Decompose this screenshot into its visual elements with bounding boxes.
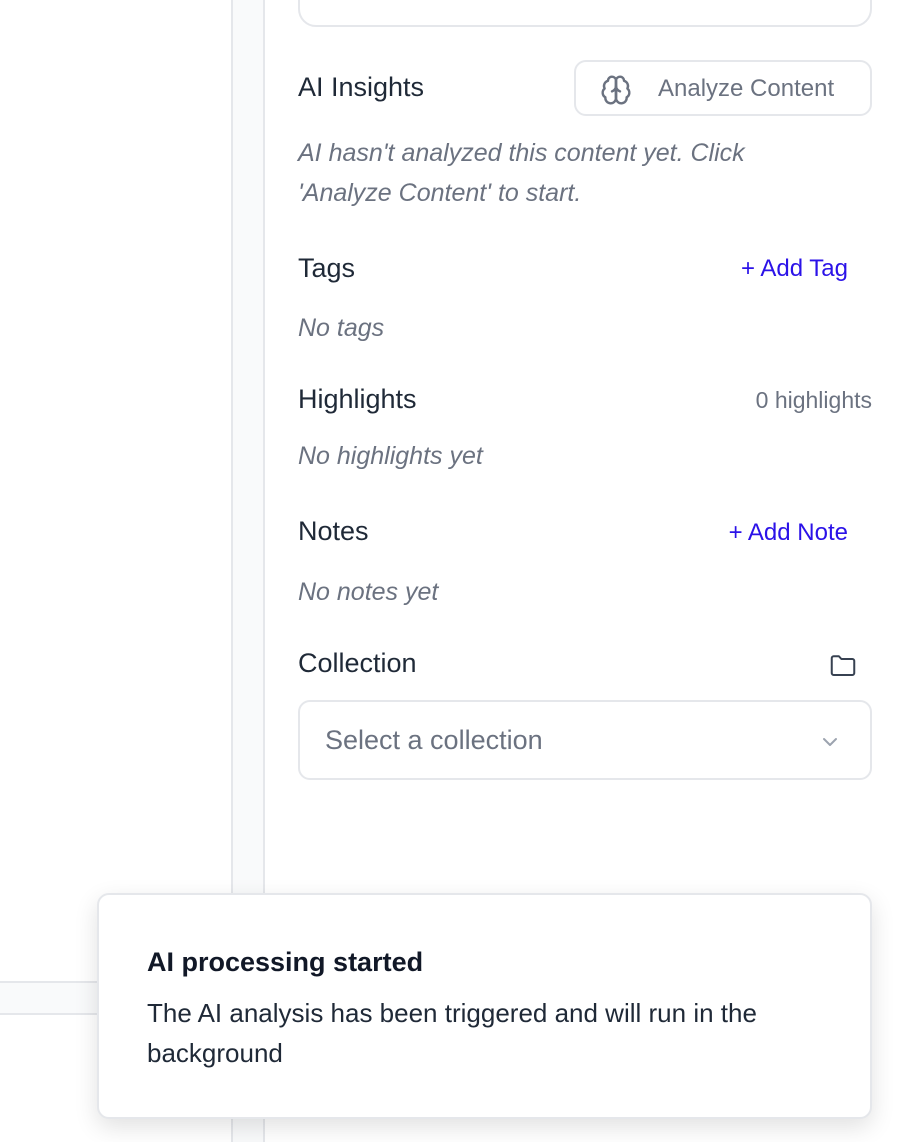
chevron-down-icon [823, 738, 837, 746]
brain-icon [601, 75, 631, 105]
add-tag-button[interactable]: + Add Tag [741, 255, 848, 283]
previous-card [298, 0, 872, 27]
add-note-button[interactable]: + Add Note [729, 519, 848, 547]
collection-select[interactable]: Select a collection [298, 700, 872, 780]
ai-insights-title: AI Insights [298, 72, 425, 102]
analyze-content-label: Analyze Content [658, 75, 835, 102]
ai-insights-empty-message: AI hasn't analyzed this content yet. Cli… [298, 139, 745, 207]
notes-title: Notes [298, 516, 369, 546]
collection-title: Collection [298, 648, 417, 678]
page: AI Insights Analyze Content AI hasn't an… [0, 0, 904, 1142]
toast-description: The AI analysis has been triggered and w… [147, 998, 757, 1068]
highlights-title: Highlights [298, 384, 417, 414]
collection-select-placeholder: Select a collection [325, 725, 543, 755]
analyze-content-button[interactable]: Analyze Content [574, 60, 872, 116]
highlights-count: 0 highlights [755, 387, 872, 413]
folder-icon [830, 655, 856, 676]
toast-notification[interactable]: AI processing started The AI analysis ha… [97, 893, 872, 1119]
tags-title: Tags [298, 253, 356, 283]
notes-empty-message: No notes yet [298, 578, 439, 606]
highlights-empty-message: No highlights yet [298, 442, 483, 470]
toast-title: AI processing started [147, 947, 424, 977]
tags-empty-message: No tags [298, 314, 385, 342]
